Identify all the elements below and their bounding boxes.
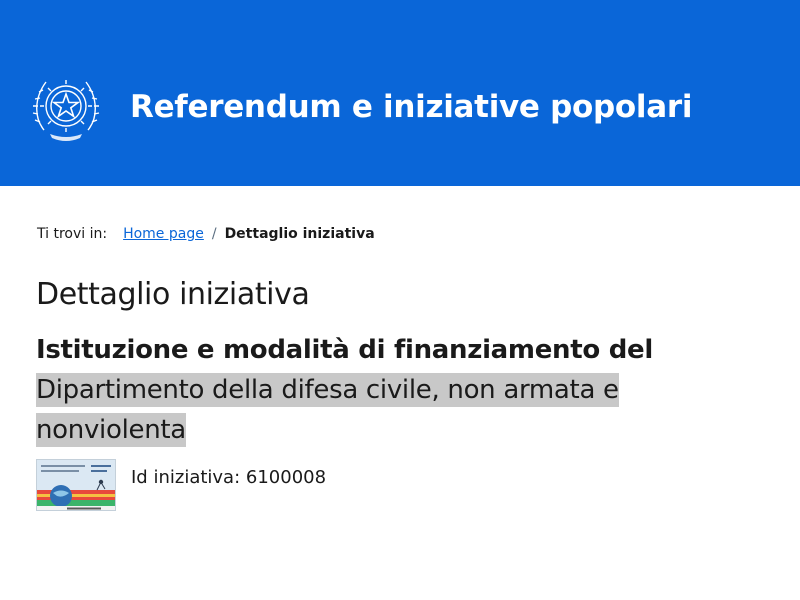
page-title: Dettaglio iniziativa (36, 277, 310, 312)
initiative-title-line-3: nonviolenta (36, 413, 186, 447)
breadcrumb-lead: Ti trovi in: (37, 226, 108, 242)
site-header: Referendum e iniziative popolari (0, 0, 800, 186)
breadcrumb-current: Dettaglio iniziativa (224, 226, 375, 242)
initiative-id-label: Id iniziativa: (131, 467, 241, 488)
initiative-title: Istituzione e modalità di finanziamento … (36, 330, 676, 450)
italian-republic-emblem-icon[interactable] (30, 68, 102, 144)
breadcrumb-home-link[interactable]: Home page (123, 224, 204, 244)
initiative-title-line-2: Dipartimento della difesa civile, non ar… (36, 373, 619, 407)
initiative-id-value: 6100008 (245, 467, 327, 488)
site-title[interactable]: Referendum e iniziative popolari (130, 87, 692, 127)
breadcrumb: Ti trovi in: Home page / Dettaglio inizi… (37, 224, 375, 244)
initiative-thumbnail-image[interactable] (36, 459, 116, 511)
breadcrumb-separator: / (211, 226, 217, 242)
initiative-id: Id iniziativa: 6100008 (131, 466, 326, 490)
initiative-title-line-1: Istituzione e modalità di finanziamento … (36, 335, 653, 365)
